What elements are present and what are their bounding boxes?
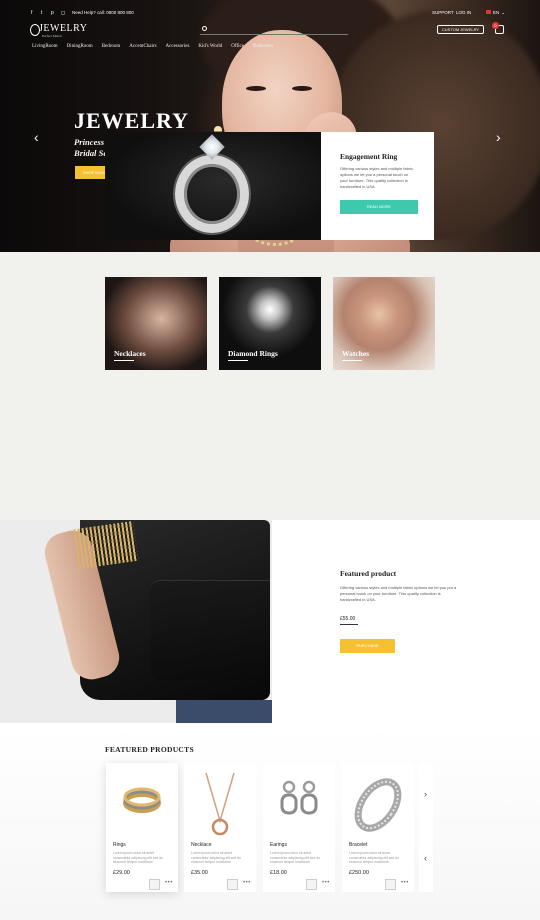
product-name: Earings (270, 842, 287, 848)
products-title: FEATURED PRODUCTS (105, 745, 194, 754)
nav-item-kids-world[interactable]: Kid's World (198, 44, 222, 52)
social-links: f t p ◻ (31, 10, 71, 16)
add-to-cart-icon[interactable] (306, 879, 317, 890)
earring-drop (280, 793, 298, 815)
help-text: Need Help? call: 0800 800 800 (72, 10, 134, 15)
engagement-title: Engagement Ring (340, 152, 398, 161)
add-to-cart-icon[interactable] (149, 879, 160, 890)
chevron-down-icon: ⌄ (501, 10, 506, 15)
product-price: £29.00 (113, 870, 130, 876)
product-price: £35.00 (191, 870, 208, 876)
featured-price: £55.00 (340, 616, 356, 622)
eye-shape (246, 86, 266, 91)
language-select[interactable]: EN ⌄ (486, 10, 505, 16)
ring-shape (175, 155, 249, 233)
categories-section: Necklaces Diamond Rings Watches (0, 252, 540, 520)
chevron-right-icon[interactable]: › (496, 130, 501, 144)
more-options-icon[interactable]: ••• (322, 880, 330, 886)
nav-item-livingroom[interactable]: LivingRoom (32, 44, 58, 52)
more-options-icon[interactable]: ••• (165, 880, 173, 886)
eye-shape (292, 86, 312, 91)
purchase-button[interactable]: PURCHASE (340, 639, 395, 653)
necklace-chain (205, 772, 235, 824)
product-card[interactable]: Necklace Lorem ipsum dolor sit amet cons… (184, 763, 256, 892)
add-to-cart-icon[interactable] (227, 879, 238, 890)
search-icon (202, 26, 207, 31)
instagram-icon[interactable]: ◻ (61, 11, 66, 16)
twitter-icon[interactable]: t (41, 11, 46, 16)
nav-item-office[interactable]: Office (231, 44, 244, 52)
logo-name: JEWELRY (39, 23, 88, 34)
pinterest-icon[interactable]: p (51, 11, 56, 16)
login-link[interactable]: LOG IN (456, 10, 471, 15)
product-description: Lorem ipsum dolor sit amet consectetur a… (113, 851, 163, 865)
bag-flap-shape (150, 580, 270, 680)
divider (340, 624, 358, 625)
facebook-icon[interactable]: f (31, 11, 36, 16)
logo-tagline: Perfect Match (42, 34, 62, 38)
more-options-icon[interactable]: ••• (401, 880, 409, 886)
divider (114, 360, 134, 361)
category-tile-watches[interactable]: Watches (333, 277, 435, 370)
product-card[interactable]: Rings Lorem ipsum dolor sit amet consect… (106, 763, 178, 892)
chevron-left-icon[interactable]: ‹ (424, 853, 427, 863)
more-options-icon[interactable]: ••• (243, 880, 251, 886)
category-label: Necklaces (114, 349, 146, 358)
nav-item-bedroom[interactable]: Bedroom (102, 44, 121, 52)
add-to-cart-icon[interactable] (385, 879, 396, 890)
product-price: £250.00 (349, 870, 369, 876)
product-card[interactable]: Earings Lorem ipsum dolor sit amet conse… (263, 763, 335, 892)
engagement-description: Offering various styles and multiple fab… (340, 166, 414, 189)
product-description: Lorem ipsum dolor sit amet consectetur a… (191, 851, 241, 865)
main-nav: LivingRoom DiningRoom Bedroom AccentChai… (32, 44, 273, 52)
divider (342, 360, 362, 361)
category-tile-necklaces[interactable]: Necklaces (105, 277, 207, 370)
divider (228, 360, 248, 361)
nav-item-accessories[interactable]: Accessories (166, 44, 190, 52)
featured-description: Offering various styles and multiple fab… (340, 585, 457, 602)
nav-item-diningroom[interactable]: DiningRoom (67, 44, 93, 52)
language-label: EN (493, 10, 500, 15)
product-card-partial (419, 763, 433, 892)
rings-image (123, 787, 161, 813)
earring-top (282, 780, 296, 794)
product-price: £18.00 (270, 870, 287, 876)
featured-product-section (0, 520, 540, 725)
bracelet-shape (73, 521, 139, 569)
featured-title: Featured product (340, 569, 397, 578)
earring-drop (300, 793, 318, 815)
bracelet-image (354, 778, 402, 832)
necklace-image (205, 772, 235, 836)
earring-top (302, 780, 316, 794)
product-description: Lorem ipsum dolor sit amet consectetur a… (349, 851, 399, 865)
earrings-image (280, 780, 318, 815)
product-name: Rings (113, 842, 126, 848)
nav-item-accentchairs[interactable]: AccentChairs (129, 44, 156, 52)
clutch-image (0, 520, 272, 723)
read-more-button[interactable]: READ MORE (340, 200, 418, 214)
product-name: Bracelet (349, 842, 368, 848)
category-tile-diamond-rings[interactable]: Diamond Rings (219, 277, 321, 370)
jeans-shape (176, 700, 272, 723)
product-card[interactable]: Bracelet Lorem ipsum dolor sit amet cons… (342, 763, 414, 892)
product-description: Lorem ipsum dolor sit amet consectetur a… (270, 851, 320, 865)
support-link[interactable]: SUPPORT (432, 10, 454, 15)
nav-item-bathroom[interactable]: Bathroom (253, 44, 273, 52)
cart-badge: 0 (492, 22, 499, 29)
flag-icon (486, 10, 491, 14)
chevron-left-icon[interactable]: ‹ (34, 130, 39, 144)
custom-jewelry-button[interactable]: CUSTOM JEWELRY (437, 25, 484, 34)
category-label: Watches (342, 349, 370, 358)
category-label: Diamond Rings (228, 349, 278, 358)
search-input[interactable] (200, 26, 348, 35)
chevron-right-icon[interactable]: › (424, 789, 427, 799)
product-name: Necklace (191, 842, 212, 848)
hero-title: JEWELRY (74, 108, 190, 133)
